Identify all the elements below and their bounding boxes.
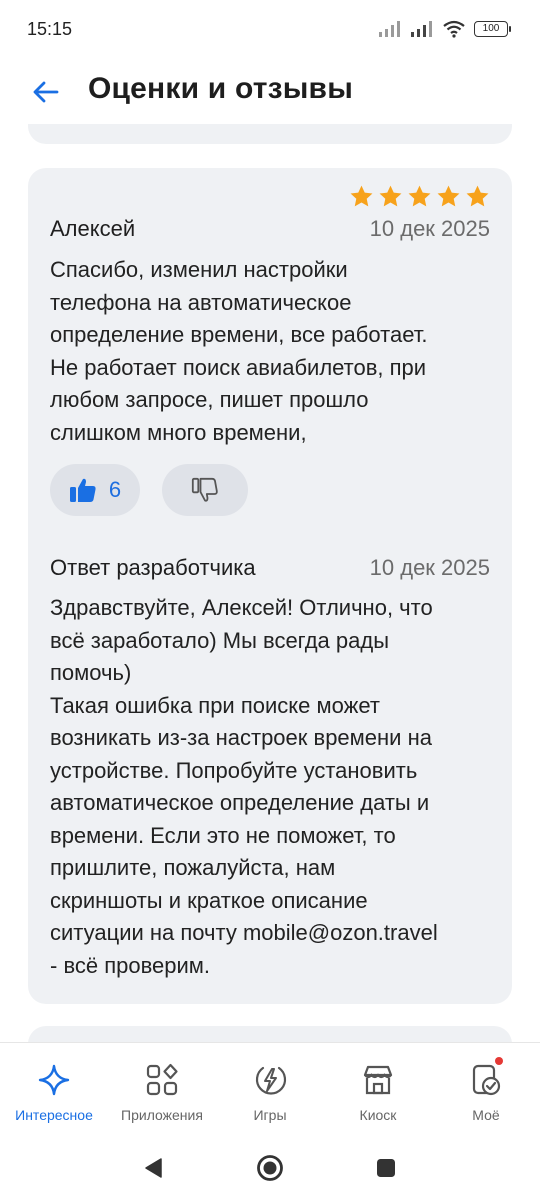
nav-label: Игры <box>253 1107 287 1123</box>
nav-label: Моё <box>472 1107 500 1123</box>
system-recents-button[interactable] <box>372 1154 400 1182</box>
notification-dot <box>495 1057 503 1065</box>
system-navigation-bar <box>0 1132 540 1200</box>
star-icon <box>350 185 373 207</box>
kiosk-icon <box>359 1061 397 1099</box>
my-apps-icon <box>467 1057 505 1099</box>
nav-label: Киоск <box>359 1107 397 1123</box>
nav-label: Интересное <box>15 1107 93 1123</box>
battery-icon: 100 <box>474 21 511 37</box>
next-review-card <box>28 1026 512 1042</box>
star-icon <box>437 185 460 207</box>
developer-reply-label: Ответ разработчика <box>50 555 256 580</box>
status-bar: 15:15 100 <box>0 0 540 62</box>
arrow-left-icon <box>33 81 59 103</box>
back-button[interactable] <box>24 74 66 110</box>
nav-label: Приложения <box>121 1107 203 1123</box>
like-button[interactable]: 6 <box>50 464 140 516</box>
review-reactions: 6 <box>50 464 248 516</box>
like-count: 6 <box>108 477 122 502</box>
rating-stars <box>349 184 490 209</box>
home-circle-icon <box>257 1155 283 1181</box>
triangle-back-icon <box>145 1158 162 1178</box>
review-card: Алексей 10 дек 2025 Спасибо, изменил нас… <box>28 168 512 1004</box>
apps-grid-icon <box>143 1061 181 1099</box>
nav-item-games[interactable]: Игры <box>216 1043 324 1132</box>
review-header: Алексей 10 дек 2025 <box>50 216 490 242</box>
dislike-button[interactable] <box>162 464 248 516</box>
page-title: Оценки и отзывы <box>88 72 354 105</box>
nav-item-interesting[interactable]: Интересное <box>0 1043 108 1132</box>
signal-icon <box>411 21 432 37</box>
nav-item-apps[interactable]: Приложения <box>108 1043 216 1132</box>
square-recents-icon <box>377 1159 395 1177</box>
status-time: 15:15 <box>27 19 73 39</box>
bottom-navigation: Интересное Приложения Игры Киоск Моё <box>0 1042 540 1132</box>
wifi-icon <box>443 20 465 38</box>
review-text: Спасибо, изменил настройки телефона на а… <box>50 257 428 445</box>
system-home-button[interactable] <box>256 1154 284 1182</box>
developer-reply-date: 10 дек 2025 <box>369 555 490 580</box>
app-bar: Оценки и отзывы <box>0 62 540 124</box>
developer-reply-header: Ответ разработчика 10 дек 2025 <box>50 555 490 581</box>
previous-review-card <box>28 124 512 144</box>
thumbs-down-icon <box>191 477 218 502</box>
developer-reply-text: Здравствуйте, Алексей! Отлично, что всё … <box>50 595 438 978</box>
star-icon <box>466 185 489 207</box>
star-icon <box>379 185 402 207</box>
nav-item-my[interactable]: Моё <box>432 1043 540 1132</box>
review-date: 10 дек 2025 <box>369 216 490 241</box>
status-icons: 100 <box>378 20 511 38</box>
star-icon <box>408 185 431 207</box>
signal-icon <box>379 21 400 37</box>
review-author: Алексей <box>50 216 136 241</box>
nav-item-kiosk[interactable]: Киоск <box>324 1043 432 1132</box>
system-back-button[interactable] <box>139 1154 167 1182</box>
sparkle-icon <box>35 1061 73 1099</box>
games-icon <box>251 1061 289 1099</box>
reviews-list[interactable]: Алексей 10 дек 2025 Спасибо, изменил нас… <box>0 124 540 1042</box>
thumbs-up-icon <box>69 478 96 502</box>
